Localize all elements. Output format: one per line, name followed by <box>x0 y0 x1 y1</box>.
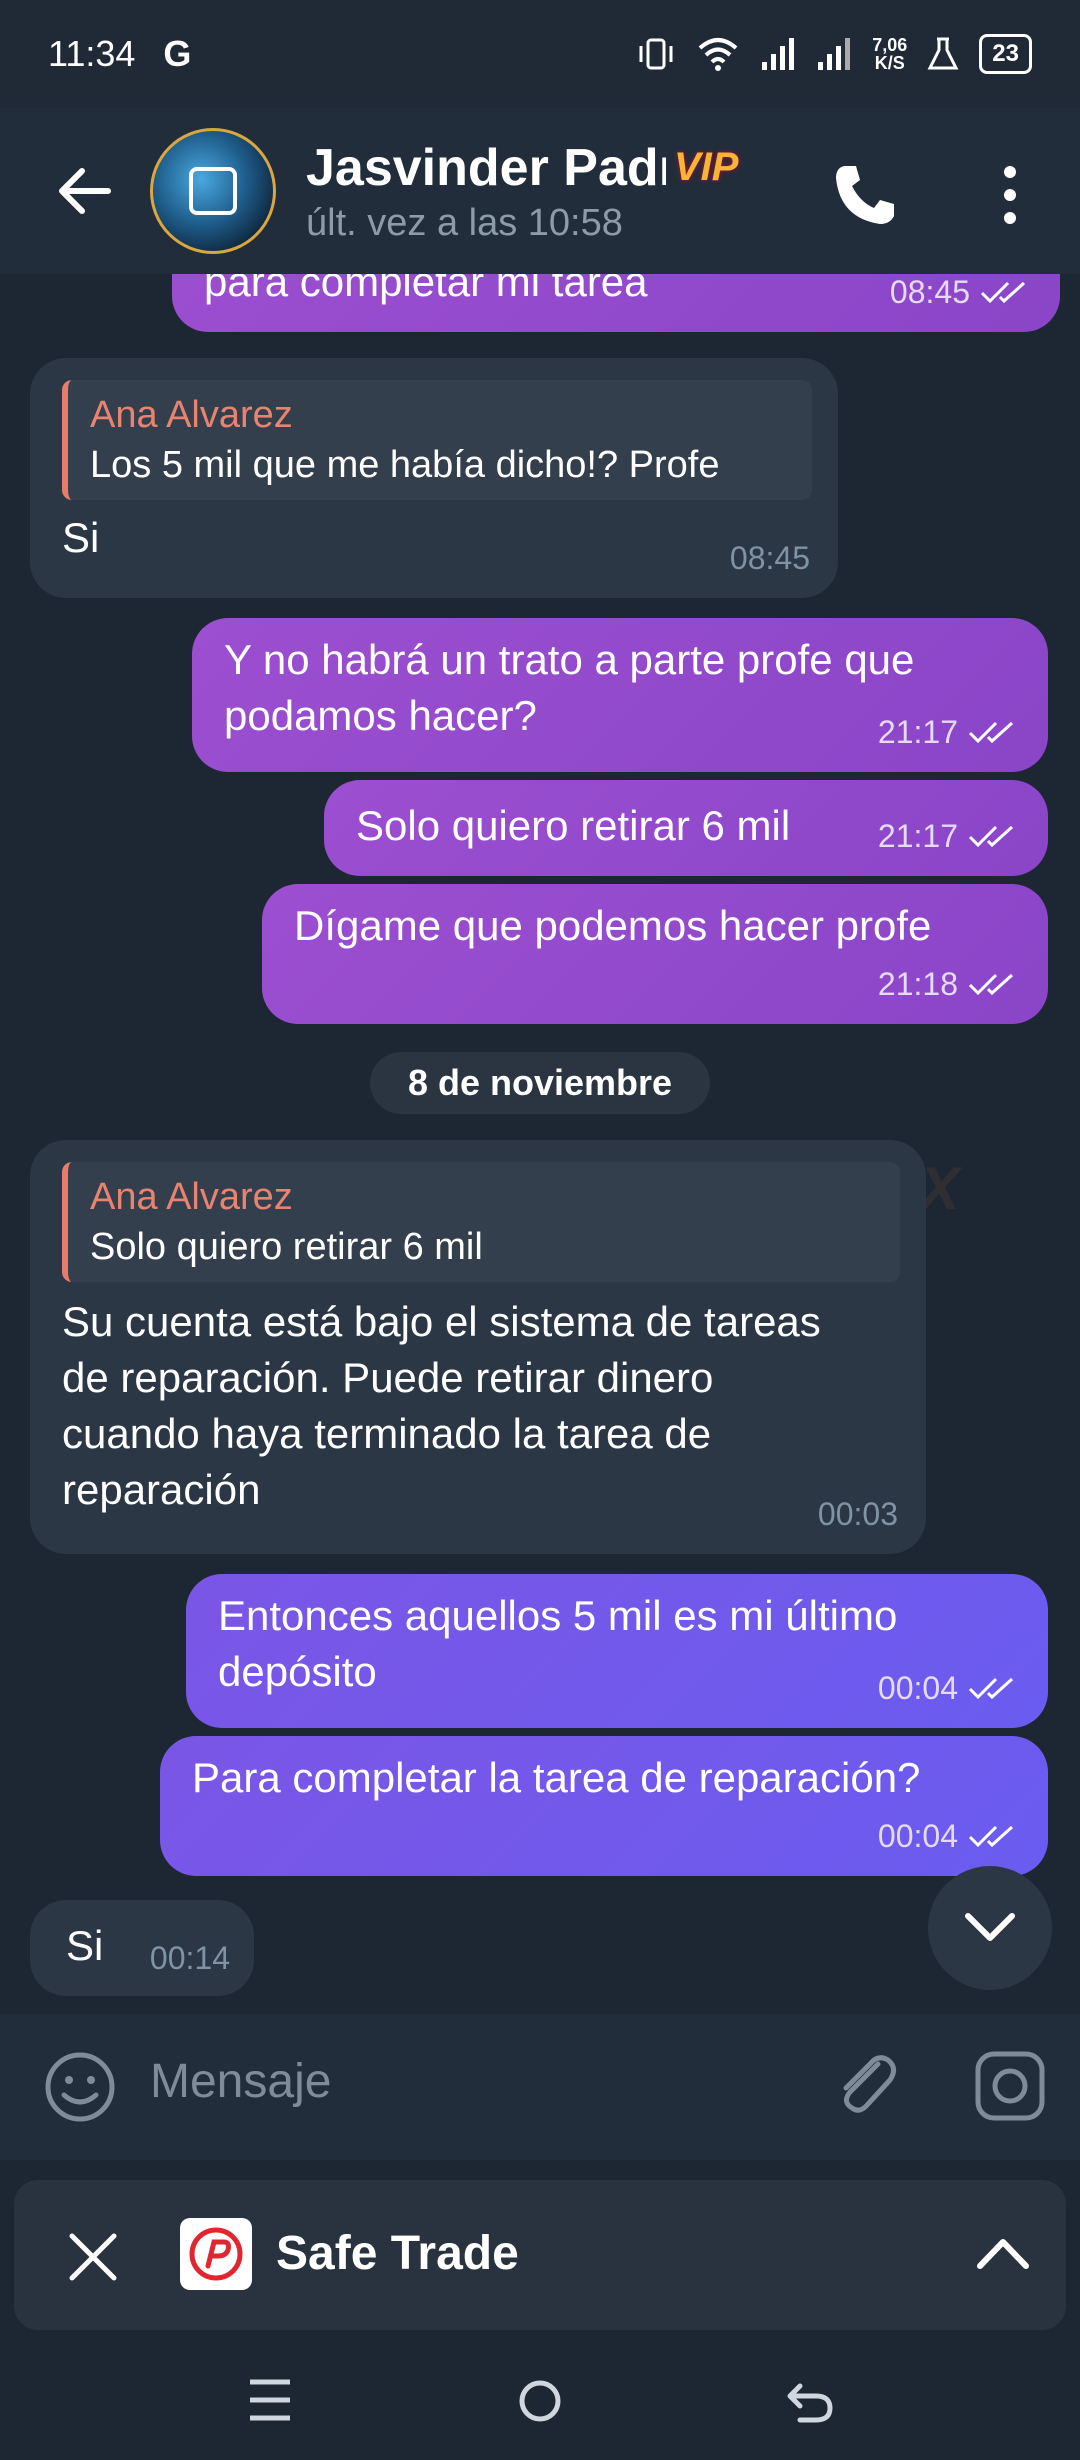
recents-icon[interactable] <box>230 2370 310 2430</box>
double-check-icon <box>968 825 1014 848</box>
network-speed: 7,06 K/S <box>872 35 908 73</box>
paperclip-icon[interactable] <box>826 2046 906 2126</box>
message-text: Si <box>62 514 100 561</box>
home-icon[interactable] <box>500 2366 580 2436</box>
double-check-icon <box>980 281 1026 304</box>
reply-quote[interactable]: Ana Alvarez Los 5 mil que me había dicho… <box>62 380 812 500</box>
phone-icon[interactable] <box>830 160 900 230</box>
date-separator: 8 de noviembre <box>370 1052 710 1114</box>
battery-indicator: 23 <box>979 34 1032 74</box>
outgoing-message[interactable]: Solo quiero retirar 6 mil 21:17 <box>324 780 1048 876</box>
outgoing-message[interactable]: para completar mi tarea 08:45 <box>172 274 1060 332</box>
message-time: 00:04 <box>877 1670 958 1706</box>
flask-icon <box>927 37 959 70</box>
emoji-icon[interactable] <box>42 2049 118 2125</box>
message-input[interactable]: Mensaje <box>150 2054 331 2109</box>
incoming-message[interactable]: Ana Alvarez Los 5 mil que me había dicho… <box>30 358 838 598</box>
message-time: 00:03 <box>817 1496 898 1532</box>
reply-text: Solo quiero retirar 6 mil <box>90 1226 483 1268</box>
message-time: 08:45 <box>729 540 810 576</box>
double-check-icon <box>968 1825 1014 1848</box>
last-seen-status: últ. vez a las 10:58 <box>306 201 623 244</box>
status-bar: 11:34 G 7,06 K/S 23 <box>0 0 1080 108</box>
message-text: para completar mi tarea <box>204 274 648 305</box>
chevron-up-icon[interactable] <box>968 2220 1038 2290</box>
double-check-icon <box>968 973 1014 996</box>
chevron-down-icon <box>965 1913 1015 1941</box>
app-banner[interactable]: Safe Trade <box>14 2180 1066 2330</box>
safe-trade-logo <box>180 2218 252 2290</box>
message-time: 00:14 <box>149 1940 230 1976</box>
double-check-icon <box>968 1677 1014 1700</box>
message-text: Si <box>66 1922 104 1969</box>
banner-title: Safe Trade <box>276 2227 519 2280</box>
message-text: Dígame que podemos hacer profe <box>294 902 932 949</box>
wifi-icon <box>698 38 738 71</box>
system-navigation-bar <box>0 2340 1080 2460</box>
incoming-message[interactable]: Si 00:14 <box>30 1900 254 1996</box>
reply-author: Ana Alvarez <box>90 394 293 436</box>
signal-icon <box>762 38 795 70</box>
signal-icon-2 <box>818 38 851 70</box>
message-text: Entonces aquellos 5 mil es mi último dep… <box>218 1592 898 1695</box>
message-text: Para completar la tarea de reparación? <box>192 1754 921 1801</box>
outgoing-message[interactable]: Y no habrá un trato a parte profe que po… <box>192 618 1048 772</box>
chat-header: Jasvinder Padı VIP últ. vez a las 10:58 <box>0 108 1080 274</box>
message-time: 21:17 <box>877 818 958 854</box>
outgoing-message[interactable]: Entonces aquellos 5 mil es mi último dep… <box>186 1574 1048 1728</box>
message-time: 00:04 <box>877 1818 958 1854</box>
back-button[interactable] <box>44 151 124 231</box>
message-text: Y no habrá un trato a parte profe que po… <box>224 636 915 739</box>
clock: 11:34 <box>48 33 136 74</box>
scroll-down-button[interactable] <box>928 1866 1052 1990</box>
avatar[interactable] <box>150 128 276 254</box>
back-nav-icon[interactable] <box>770 2366 850 2436</box>
message-composer: Mensaje <box>0 2014 1080 2160</box>
vip-badge: VIP <box>674 145 739 189</box>
outgoing-message[interactable]: Dígame que podemos hacer profe 21:18 <box>262 884 1048 1024</box>
more-menu-icon[interactable] <box>980 160 1040 230</box>
camera-icon[interactable] <box>970 2046 1050 2126</box>
vibrate-icon <box>639 38 673 70</box>
message-list[interactable]: WikiFX WikiFX WikiFX para completar mi t… <box>0 274 1080 2014</box>
carrier-g-icon: G <box>163 33 192 74</box>
message-time: 08:45 <box>889 274 970 310</box>
close-icon[interactable] <box>58 2222 128 2292</box>
message-text: Solo quiero retirar 6 mil <box>356 802 791 849</box>
message-text: Su cuenta está bajo el sistema de tareas… <box>62 1298 821 1513</box>
reply-author: Ana Alvarez <box>90 1176 293 1218</box>
contact-name[interactable]: Jasvinder Padı <box>306 138 666 198</box>
incoming-message[interactable]: Ana Alvarez Solo quiero retirar 6 mil Su… <box>30 1140 926 1554</box>
double-check-icon <box>968 721 1014 744</box>
reply-quote[interactable]: Ana Alvarez Solo quiero retirar 6 mil <box>62 1162 900 1282</box>
arrow-left-icon <box>59 168 111 214</box>
message-time: 21:17 <box>877 714 958 750</box>
outgoing-message[interactable]: Para completar la tarea de reparación? 0… <box>160 1736 1048 1876</box>
reply-text: Los 5 mil que me había dicho!? Profe <box>90 444 720 486</box>
message-time: 21:18 <box>877 966 958 1002</box>
